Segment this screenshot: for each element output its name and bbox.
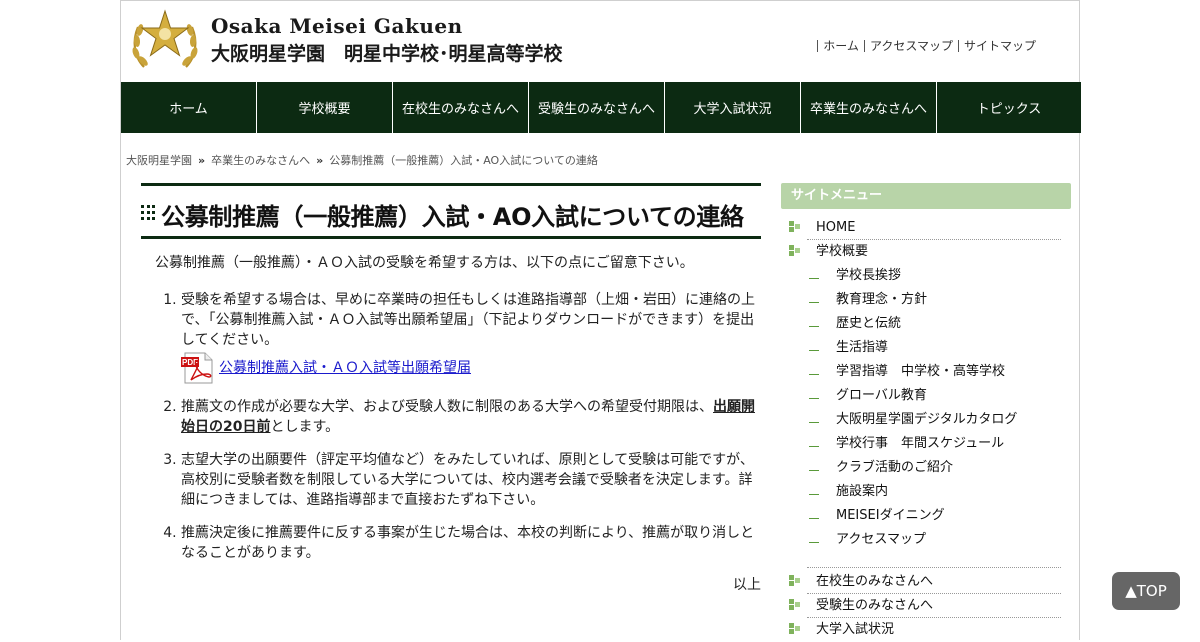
list-item: 推薦決定後に推薦要件に反する事案が生じた場合は、本校の判断により、推薦が取り消し… <box>181 523 761 563</box>
header-link-sitemap[interactable]: サイトマップ <box>957 40 1041 52</box>
note-text-3: 志望大学の出願要件（評定平均値など）をみたしていれば、原則として受験は可能ですが… <box>181 452 754 508</box>
dash-bullet-icon <box>809 326 819 327</box>
square-bullet-icon <box>789 575 800 586</box>
square-bullet-icon <box>789 599 800 610</box>
dash-bullet-icon <box>809 302 819 303</box>
sidebar-subitem[interactable]: 学習指導 中学校・高等学校 <box>781 360 1071 384</box>
main-content: 公募制推薦（一般推薦）入試・AO入試についての連絡 公募制推薦（一般推薦）・ＡＯ… <box>141 183 761 594</box>
dash-bullet-icon <box>809 518 819 519</box>
list-item: 受験を希望する場合は、早めに卒業時の担任もしくは進路指導部（上畑・岩田）に連絡の… <box>181 290 761 384</box>
sidebar-subitem-label: 生活指導 <box>836 340 889 355</box>
sidebar-subitem[interactable]: 生活指導 <box>781 336 1071 360</box>
sidebar-item-label: 受験生のみなさんへ <box>816 598 934 613</box>
sidebar-subitem[interactable]: アクセスマップ <box>781 528 1071 552</box>
dash-bullet-icon <box>809 542 819 543</box>
sidebar-subitem[interactable]: 学校長挨拶 <box>781 264 1071 288</box>
note-text-2-post: とします。 <box>270 419 340 435</box>
sidebar-item-label: 在校生のみなさんへ <box>816 574 934 589</box>
dash-bullet-icon <box>809 278 819 279</box>
nav-item-university-admissions[interactable]: 大学入試状況 <box>665 82 801 133</box>
divider <box>807 567 1061 568</box>
header-utility-links: ホーム アクセスマップ サイトマップ <box>817 40 1041 52</box>
dash-bullet-icon <box>809 422 819 423</box>
sidebar-menu: HOME 学校概要 学校長挨拶 教育理念・方針 歴史と伝統 生活指導 学習指導 … <box>781 216 1071 642</box>
sidebar-subitem-label: 大阪明星学園デジタルカタログ <box>836 412 1018 427</box>
breadcrumb-separator: » <box>316 154 324 167</box>
note-text-1: 受験を希望する場合は、早めに卒業時の担任もしくは進路指導部（上畑・岩田）に連絡の… <box>181 292 755 348</box>
sidebar-subitem[interactable]: 歴史と伝統 <box>781 312 1071 336</box>
dash-bullet-icon <box>809 350 819 351</box>
title-dots-icon <box>141 205 155 220</box>
notes-list: 受験を希望する場合は、早めに卒業時の担任もしくは進路指導部（上畑・岩田）に連絡の… <box>141 290 761 563</box>
nav-item-applicants[interactable]: 受験生のみなさんへ <box>529 82 665 133</box>
sidebar-subitem-label: クラブ活動のご紹介 <box>836 460 954 475</box>
note-text-4: 推薦決定後に推薦要件に反する事案が生じた場合は、本校の判断により、推薦が取り消し… <box>181 525 755 561</box>
sidebar-subitem-label: 学習指導 中学校・高等学校 <box>836 364 1006 379</box>
nav-item-topics[interactable]: トピックス <box>937 82 1081 133</box>
dash-bullet-icon <box>809 374 819 375</box>
sidebar-subitem[interactable]: 学校行事 年間スケジュール <box>781 432 1071 456</box>
sidebar-item-school-overview[interactable]: 学校概要 <box>781 240 1071 264</box>
square-bullet-icon <box>789 623 800 634</box>
back-to-top-button[interactable]: ▲TOP <box>1112 572 1180 610</box>
sidebar-item-home[interactable]: HOME <box>781 216 1071 240</box>
sidebar-item-label: HOME <box>816 220 856 235</box>
nav-item-current-students[interactable]: 在校生のみなさんへ <box>393 82 529 133</box>
pdf-download-link[interactable]: 公募制推薦入試・ＡＯ入試等出願希望届 <box>219 358 471 378</box>
nav-item-graduates[interactable]: 卒業生のみなさんへ <box>801 82 937 133</box>
school-emblem-icon[interactable] <box>130 9 200 71</box>
nav-item-home[interactable]: ホーム <box>121 82 257 133</box>
sidebar-subitem-label: 歴史と伝統 <box>836 316 902 331</box>
nav-item-school-overview[interactable]: 学校概要 <box>257 82 393 133</box>
logo-english-name: Osaka Meisei Gakuen <box>211 14 463 38</box>
sidebar-item-current-students[interactable]: 在校生のみなさんへ <box>781 567 1071 594</box>
note-text-2-pre: 推薦文の作成が必要な大学、および受験人数に制限のある大学への希望受付期限は、 <box>181 399 713 415</box>
logo-japanese-name: 大阪明星学園 明星中学校･明星高等学校 <box>211 43 563 65</box>
sidebar-subitem-label: MEISEIダイニング <box>836 508 945 523</box>
page-title: 公募制推薦（一般推薦）入試・AO入試についての連絡 <box>161 203 744 231</box>
list-item: 推薦文の作成が必要な大学、および受験人数に制限のある大学への希望受付期限は、出願… <box>181 397 761 437</box>
sidebar-heading: サイトメニュー <box>781 183 1071 209</box>
global-nav: ホーム 学校概要 在校生のみなさんへ 受験生のみなさんへ 大学入試状況 卒業生の… <box>121 82 1081 133</box>
sidebar-subitem[interactable]: 大阪明星学園デジタルカタログ <box>781 408 1071 432</box>
dash-bullet-icon <box>809 398 819 399</box>
sidebar-subitem[interactable]: クラブ活動のご紹介 <box>781 456 1071 480</box>
dash-bullet-icon <box>809 470 819 471</box>
sidebar-subitem-label: アクセスマップ <box>836 532 926 547</box>
sidebar-subitem[interactable]: 施設案内 <box>781 480 1071 504</box>
breadcrumb-current-page: 公募制推薦（一般推薦）入試・AO入試についての連絡 <box>329 154 598 167</box>
sidebar: サイトメニュー HOME 学校概要 学校長挨拶 教育理念・方針 歴史と伝統 生活… <box>781 183 1071 642</box>
square-bullet-icon <box>789 221 800 232</box>
sidebar-subitem-label: 学校行事 年間スケジュール <box>836 436 1005 451</box>
sidebar-subitem-label: 教育理念・方針 <box>836 292 928 307</box>
square-bullet-icon <box>789 245 800 256</box>
intro-text: 公募制推薦（一般推薦）・ＡＯ入試の受験を希望する方は、以下の点にご留意下さい。 <box>155 255 694 271</box>
breadcrumb: 大阪明星学園 » 卒業生のみなさんへ » 公募制推薦（一般推薦）入試・AO入試についての… <box>126 152 598 168</box>
breadcrumb-link-graduates[interactable]: 卒業生のみなさんへ <box>211 154 310 167</box>
dash-bullet-icon <box>809 494 819 495</box>
list-item: 志望大学の出願要件（評定平均値など）をみたしていれば、原則として受験は可能ですが… <box>181 450 761 510</box>
closing-text: 以上 <box>733 577 761 593</box>
breadcrumb-link-home[interactable]: 大阪明星学園 <box>126 154 192 167</box>
sidebar-subitem[interactable]: 教育理念・方針 <box>781 288 1071 312</box>
dash-bullet-icon <box>809 446 819 447</box>
breadcrumb-separator: » <box>198 154 206 167</box>
pdf-download-row: PDF 公募制推薦入試・ＡＯ入試等出願希望届 <box>181 352 757 384</box>
sidebar-subitem[interactable]: MEISEIダイニング <box>781 504 1071 528</box>
sidebar-subitem-label: グローバル教育 <box>836 388 927 403</box>
sidebar-subitem[interactable]: グローバル教育 <box>781 384 1071 408</box>
header-link-access-map[interactable]: アクセスマップ <box>863 40 958 52</box>
page-title-box: 公募制推薦（一般推薦）入試・AO入試についての連絡 <box>141 183 761 239</box>
sidebar-subitem-label: 施設案内 <box>836 484 889 499</box>
sidebar-subitem-label: 学校長挨拶 <box>836 268 902 283</box>
header-link-home[interactable]: ホーム <box>817 40 864 52</box>
page-frame: Osaka Meisei Gakuen 大阪明星学園 明星中学校･明星高等学校 … <box>120 0 1081 642</box>
sidebar-item-applicants[interactable]: 受験生のみなさんへ <box>781 594 1071 618</box>
pdf-file-icon[interactable]: PDF <box>181 352 215 384</box>
sidebar-item-university-admissions[interactable]: 大学入試状況 <box>781 618 1071 642</box>
site-header: Osaka Meisei Gakuen 大阪明星学園 明星中学校･明星高等学校 … <box>121 1 1079 82</box>
sidebar-item-label: 学校概要 <box>816 244 869 259</box>
sidebar-item-label: 大学入試状況 <box>816 622 895 637</box>
